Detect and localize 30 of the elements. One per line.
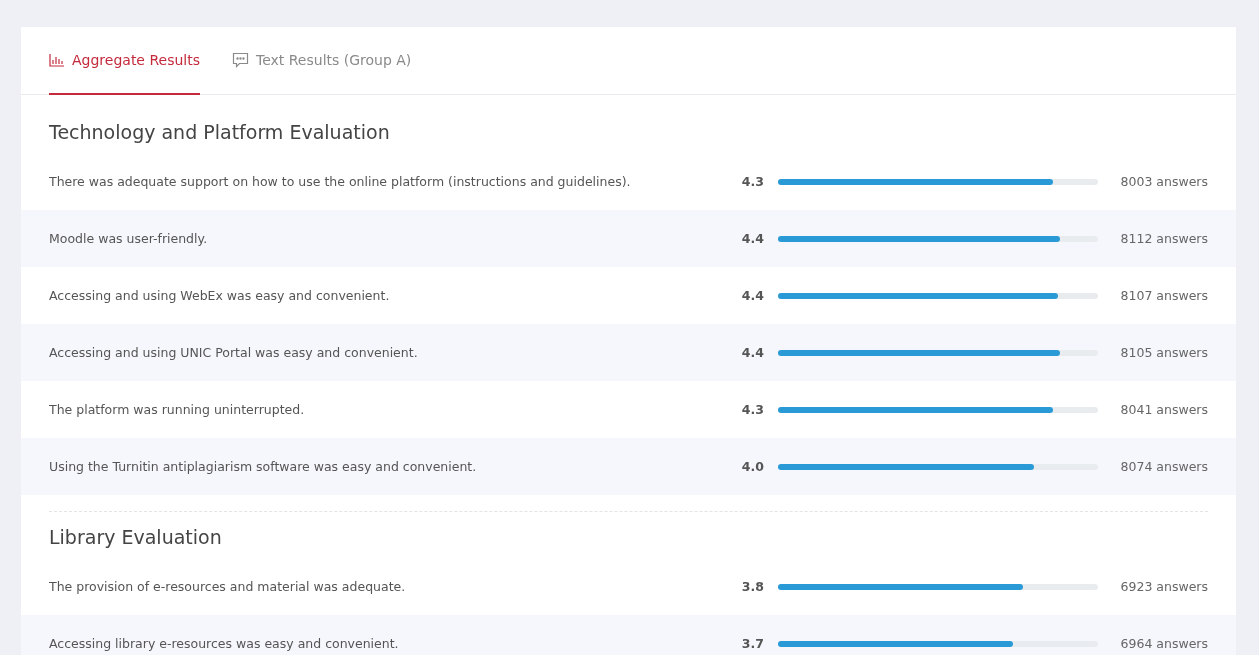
score: 3.8 [740, 579, 764, 594]
tab[interactable]: Text Results (Group A) [232, 27, 412, 95]
answer-count: 6964 answers [1119, 636, 1208, 651]
comment-icon [232, 52, 249, 68]
score: 3.7 [740, 636, 764, 651]
answer-count: 8003 answers [1119, 174, 1208, 189]
section-title: Library Evaluation [49, 526, 223, 548]
answer-count: 8112 answers [1119, 231, 1208, 246]
answer-count: 8105 answers [1119, 345, 1208, 360]
question-text: Moodle was user-friendly. [49, 231, 209, 246]
tab[interactable]: Aggregate Results [49, 27, 200, 95]
answer-count: 8107 answers [1119, 288, 1208, 303]
question-text: The provision of e-resources and material was adequate. [49, 579, 407, 594]
score: 4.3 [740, 402, 764, 417]
question-text: The platform was running uninterrupted. [49, 402, 306, 417]
answer-count: 6923 answers [1119, 579, 1208, 594]
answer-count: 8041 answers [1119, 402, 1208, 417]
score: 4.4 [740, 288, 764, 303]
answer-count: 8074 answers [1119, 459, 1208, 474]
question-text: There was adequate support on how to use the online platform (instructions and guidelines). [49, 174, 632, 189]
bar-chart-icon [49, 53, 65, 67]
question-text: Using the Turnitin antiplagiarism software was easy and convenient. [49, 459, 478, 474]
question-text: Accessing and using WebEx was easy and convenient. [49, 288, 391, 303]
score: 4.4 [740, 345, 764, 360]
score: 4.3 [740, 174, 764, 189]
section-title: Technology and Platform Evaluation [49, 121, 391, 143]
question-text: Accessing library e-resources was easy and convenient. [49, 636, 400, 651]
score: 4.0 [740, 459, 764, 474]
score: 4.4 [740, 231, 764, 246]
question-text: Accessing and using UNIC Portal was easy and convenient. [49, 345, 419, 360]
